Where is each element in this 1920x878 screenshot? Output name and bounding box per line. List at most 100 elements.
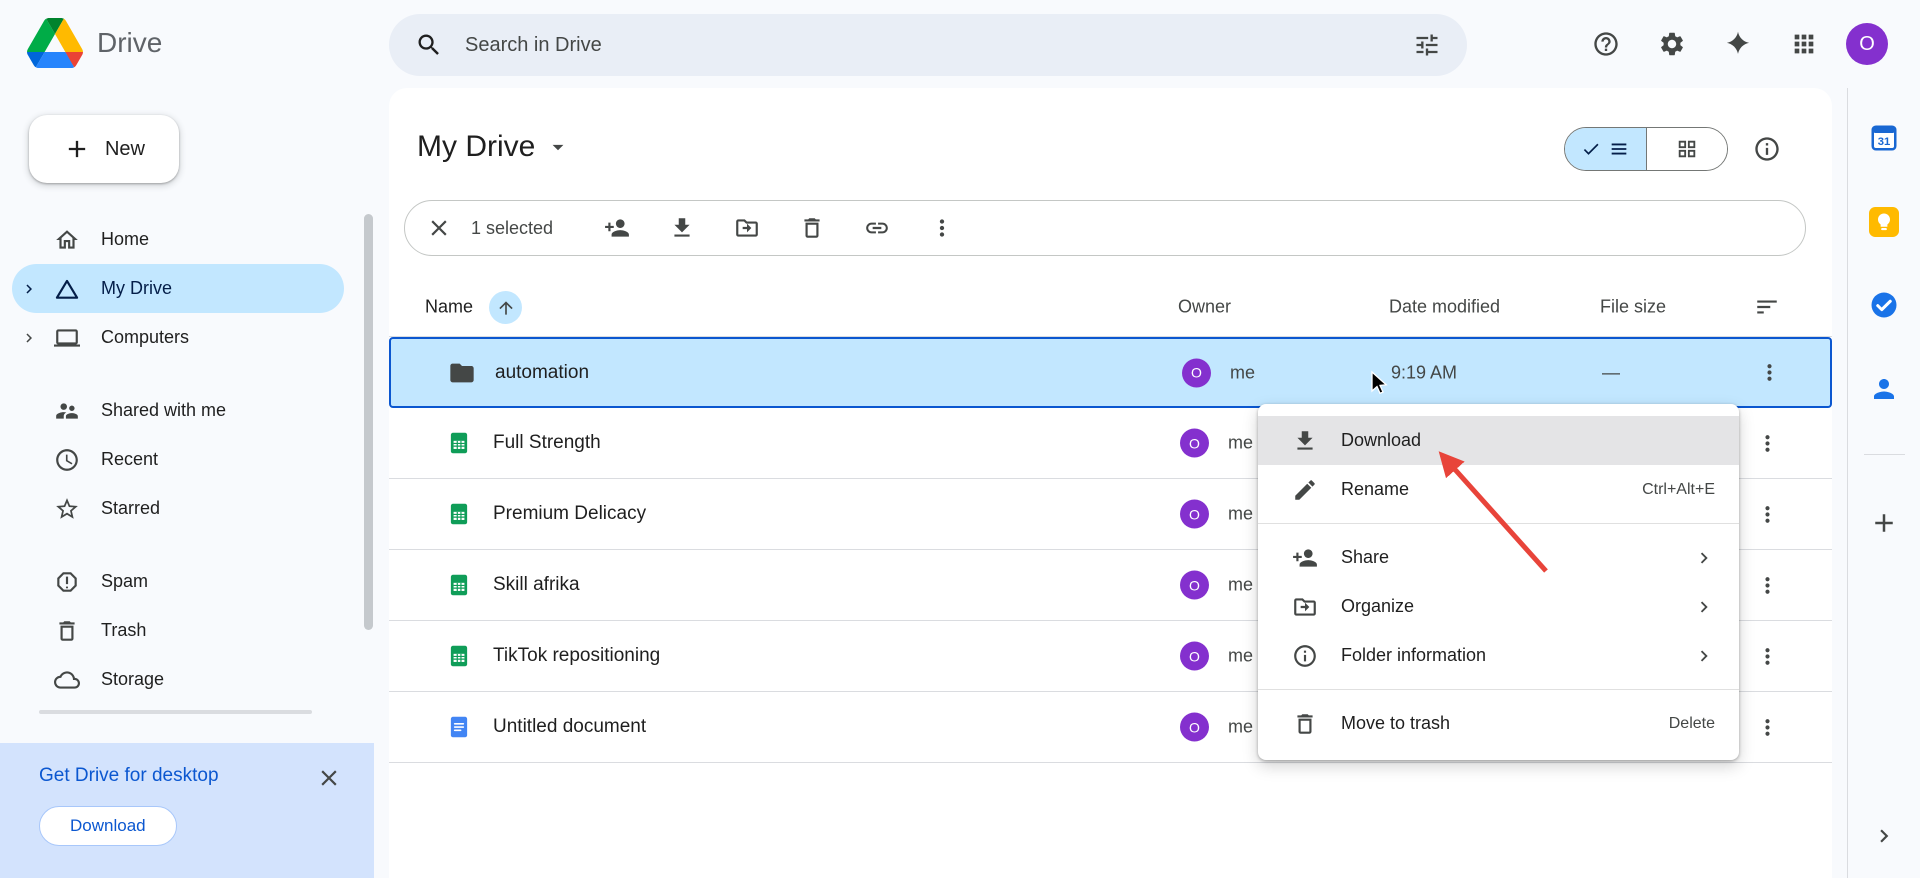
- spark-icon: [1724, 30, 1752, 58]
- banner-download-button[interactable]: Download: [39, 806, 177, 846]
- sort-options-button[interactable]: [1745, 285, 1789, 329]
- calendar-day-label: 31: [1878, 136, 1891, 148]
- info-icon: [1292, 643, 1318, 669]
- row-more-button[interactable]: [1745, 563, 1789, 607]
- sidebar-item-label: Computers: [101, 327, 189, 348]
- folder-icon: [448, 359, 476, 387]
- grid-view-button[interactable]: [1647, 128, 1728, 170]
- owner-avatar: O: [1180, 642, 1209, 671]
- owner-label: me: [1228, 504, 1253, 525]
- sidebar-item-spam[interactable]: Spam: [12, 557, 344, 606]
- tasks-button[interactable]: [1862, 283, 1906, 327]
- help-button[interactable]: [1582, 20, 1630, 68]
- details-button[interactable]: [1743, 125, 1791, 173]
- file-name: TikTok repositioning: [493, 645, 660, 667]
- close-icon: [426, 215, 452, 241]
- sidebar-item-my-drive[interactable]: My Drive: [12, 264, 344, 313]
- sort-direction-button[interactable]: [489, 291, 522, 324]
- sidebar-item-shared-with-me[interactable]: Shared with me: [12, 386, 344, 435]
- menu-divider: [1258, 689, 1739, 690]
- list-view-icon: [1608, 138, 1630, 160]
- clear-selection-button[interactable]: [417, 206, 461, 250]
- column-header-modified[interactable]: Date modified: [1389, 297, 1500, 318]
- list-view-button[interactable]: [1565, 128, 1647, 170]
- sidebar-item-recent[interactable]: Recent: [12, 435, 344, 484]
- nav-group-gap: [12, 533, 344, 557]
- menu-item-download[interactable]: Download: [1258, 416, 1739, 465]
- add-addon-button[interactable]: [1862, 501, 1906, 545]
- copy-link-button[interactable]: [855, 206, 899, 250]
- sidebar-item-label: Trash: [101, 620, 146, 641]
- new-button[interactable]: New: [29, 115, 179, 183]
- menu-item-share[interactable]: Share: [1258, 533, 1739, 582]
- header-actions: O: [1582, 0, 1888, 88]
- sidebar-item-starred[interactable]: Starred: [12, 484, 344, 533]
- new-button-label: New: [105, 138, 145, 161]
- row-more-button[interactable]: [1745, 634, 1789, 678]
- nav-group-gap: [12, 362, 344, 386]
- sidebar-item-label: Shared with me: [101, 400, 226, 421]
- sidebar-item-label: My Drive: [101, 278, 172, 299]
- banner-close-button[interactable]: [310, 759, 348, 797]
- menu-item-move-to-trash[interactable]: Move to trash Delete: [1258, 699, 1739, 748]
- apps-grid-icon: [1790, 30, 1818, 58]
- column-header-owner[interactable]: Owner: [1178, 297, 1231, 318]
- owner-avatar: O: [1182, 358, 1211, 387]
- share-button[interactable]: [595, 206, 639, 250]
- sidebar-item-label: Spam: [101, 571, 148, 592]
- sidebar-item-trash[interactable]: Trash: [12, 606, 344, 655]
- drive-logo[interactable]: Drive: [27, 18, 162, 68]
- expand-arrow-icon[interactable]: [20, 280, 38, 298]
- plus-icon: [63, 135, 91, 163]
- row-more-button[interactable]: [1745, 421, 1789, 465]
- plus-icon: [1869, 508, 1899, 538]
- date-modified: 9:19 AM: [1391, 362, 1457, 383]
- menu-item-label: Share: [1341, 547, 1670, 568]
- owner-label: me: [1228, 717, 1253, 738]
- keep-button[interactable]: [1862, 200, 1906, 244]
- column-header-name[interactable]: Name: [425, 297, 473, 318]
- sidebar-item-computers[interactable]: Computers: [12, 313, 344, 362]
- calendar-button[interactable]: 31: [1862, 116, 1906, 160]
- trash-icon: [799, 215, 825, 241]
- table-row-automation[interactable]: automation O me 9:19 AM —: [389, 337, 1832, 408]
- search-bar[interactable]: Search in Drive: [389, 14, 1467, 76]
- owner-avatar: O: [1180, 713, 1209, 742]
- trash-button[interactable]: [790, 206, 834, 250]
- google-apps-button[interactable]: [1780, 20, 1828, 68]
- file-name: Premium Delicacy: [493, 503, 646, 525]
- settings-button[interactable]: [1648, 20, 1696, 68]
- more-actions-button[interactable]: [920, 206, 964, 250]
- menu-item-folder-information[interactable]: Folder information: [1258, 631, 1739, 680]
- banner-title: Get Drive for desktop: [39, 765, 219, 787]
- column-header-size[interactable]: File size: [1600, 297, 1666, 318]
- spam-icon: [54, 569, 80, 595]
- file-size: —: [1602, 362, 1620, 383]
- expand-arrow-icon[interactable]: [20, 329, 38, 347]
- download-button[interactable]: [660, 206, 704, 250]
- menu-item-organize[interactable]: Organize: [1258, 582, 1739, 631]
- search-options-icon[interactable]: [1413, 31, 1441, 59]
- gemini-button[interactable]: [1714, 20, 1762, 68]
- sidebar-scrollbar[interactable]: [364, 214, 373, 630]
- star-icon: [54, 496, 80, 522]
- owner-label: me: [1228, 433, 1253, 454]
- drive-logo-icon: [27, 18, 83, 68]
- account-avatar[interactable]: O: [1846, 23, 1888, 65]
- expand-panel-button[interactable]: [1862, 814, 1906, 858]
- row-more-button[interactable]: [1745, 492, 1789, 536]
- contacts-button[interactable]: [1862, 367, 1906, 411]
- menu-item-rename[interactable]: Rename Ctrl+Alt+E: [1258, 465, 1739, 514]
- docs-file-icon: [446, 714, 472, 740]
- side-panel-rail: 31: [1847, 88, 1920, 878]
- sidebar-item-storage[interactable]: Storage: [12, 655, 344, 704]
- sidebar-item-home[interactable]: Home: [12, 215, 344, 264]
- row-more-button[interactable]: [1745, 705, 1789, 749]
- calendar-icon: 31: [1869, 123, 1899, 153]
- trash-icon: [1292, 711, 1318, 737]
- move-button[interactable]: [725, 206, 769, 250]
- search-input[interactable]: Search in Drive: [465, 34, 1391, 57]
- page-title-dropdown[interactable]: My Drive: [417, 130, 571, 164]
- sheets-file-icon: [446, 572, 472, 598]
- row-more-button[interactable]: [1747, 351, 1791, 395]
